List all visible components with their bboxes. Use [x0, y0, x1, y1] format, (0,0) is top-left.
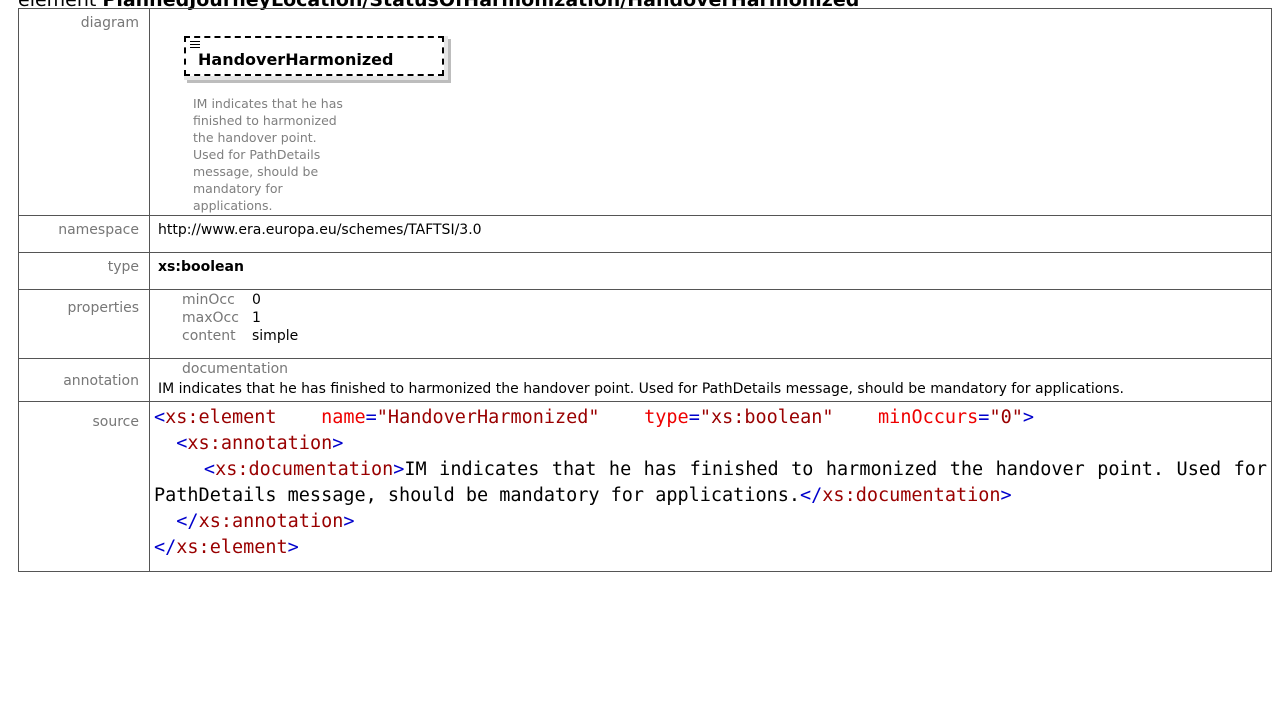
row-namespace: namespace http://www.era.europa.eu/schem… — [18, 215, 1272, 253]
annotation-text: IM indicates that he has finished to har… — [158, 381, 1124, 397]
property-row: maxOcc 1 — [182, 310, 298, 328]
element-detail-table: diagram HandoverHarmonized IM indicates … — [18, 8, 1272, 572]
source-code: <xs:element name="HandoverHarmonized" ty… — [154, 407, 1279, 558]
code-tag: xs:element — [176, 537, 288, 558]
code-tag: xs:documentation — [215, 459, 394, 480]
label-source: source — [18, 401, 150, 572]
code-attr: type — [644, 407, 689, 428]
annotation-area: documentation IM indicates that he has f… — [149, 358, 1272, 402]
label-namespace: namespace — [18, 215, 150, 253]
element-node[interactable]: HandoverHarmonized — [184, 36, 448, 80]
label-annotation: annotation — [18, 358, 150, 402]
property-key: content — [182, 328, 236, 344]
label-type: type — [18, 252, 150, 290]
property-row: content simple — [182, 328, 298, 346]
element-node-description: IM indicates that he has finished to har… — [193, 96, 343, 213]
diagram-area: HandoverHarmonized IM indicates that he … — [149, 8, 1272, 216]
label-properties: properties — [18, 289, 150, 359]
properties-table: minOcc 0 maxOcc 1 content simple — [182, 292, 298, 346]
code-attr: minOccurs — [878, 407, 979, 428]
code-attr-value: "xs:boolean" — [699, 407, 834, 428]
row-diagram: diagram HandoverHarmonized IM indicates … — [18, 8, 1272, 216]
annotation-header: documentation — [182, 361, 289, 377]
row-properties: properties minOcc 0 maxOcc 1 content sim… — [18, 289, 1272, 359]
property-value: simple — [252, 328, 299, 344]
code-attr-value: "HandoverHarmonized" — [376, 407, 600, 428]
properties-area: minOcc 0 maxOcc 1 content simple — [149, 289, 1272, 359]
element-node-name: HandoverHarmonized — [198, 50, 394, 69]
property-row: minOcc 0 — [182, 292, 298, 310]
label-diagram: diagram — [18, 8, 150, 216]
property-key: maxOcc — [182, 310, 239, 326]
code-tag: xs:element — [165, 407, 277, 428]
code-tag: xs:annotation — [187, 433, 333, 454]
row-annotation: annotation documentation IM indicates th… — [18, 358, 1272, 402]
namespace-value: http://www.era.europa.eu/schemes/TAFTSI/… — [149, 215, 1272, 253]
code-tag: xs:annotation — [198, 511, 344, 532]
source-area: <xs:element name="HandoverHarmonized" ty… — [149, 401, 1279, 572]
type-value[interactable]: xs:boolean — [149, 252, 1272, 290]
row-source: source <xs:element name="HandoverHarmoni… — [18, 401, 1279, 572]
code-tag: xs:documentation — [822, 485, 1001, 506]
code-attr: name — [321, 407, 366, 428]
documentation-icon — [190, 41, 200, 49]
property-key: minOcc — [182, 292, 235, 308]
property-value: 0 — [252, 292, 261, 308]
property-value: 1 — [252, 310, 261, 326]
code-attr-value: "0" — [989, 407, 1023, 428]
row-type: type xs:boolean — [18, 252, 1272, 290]
